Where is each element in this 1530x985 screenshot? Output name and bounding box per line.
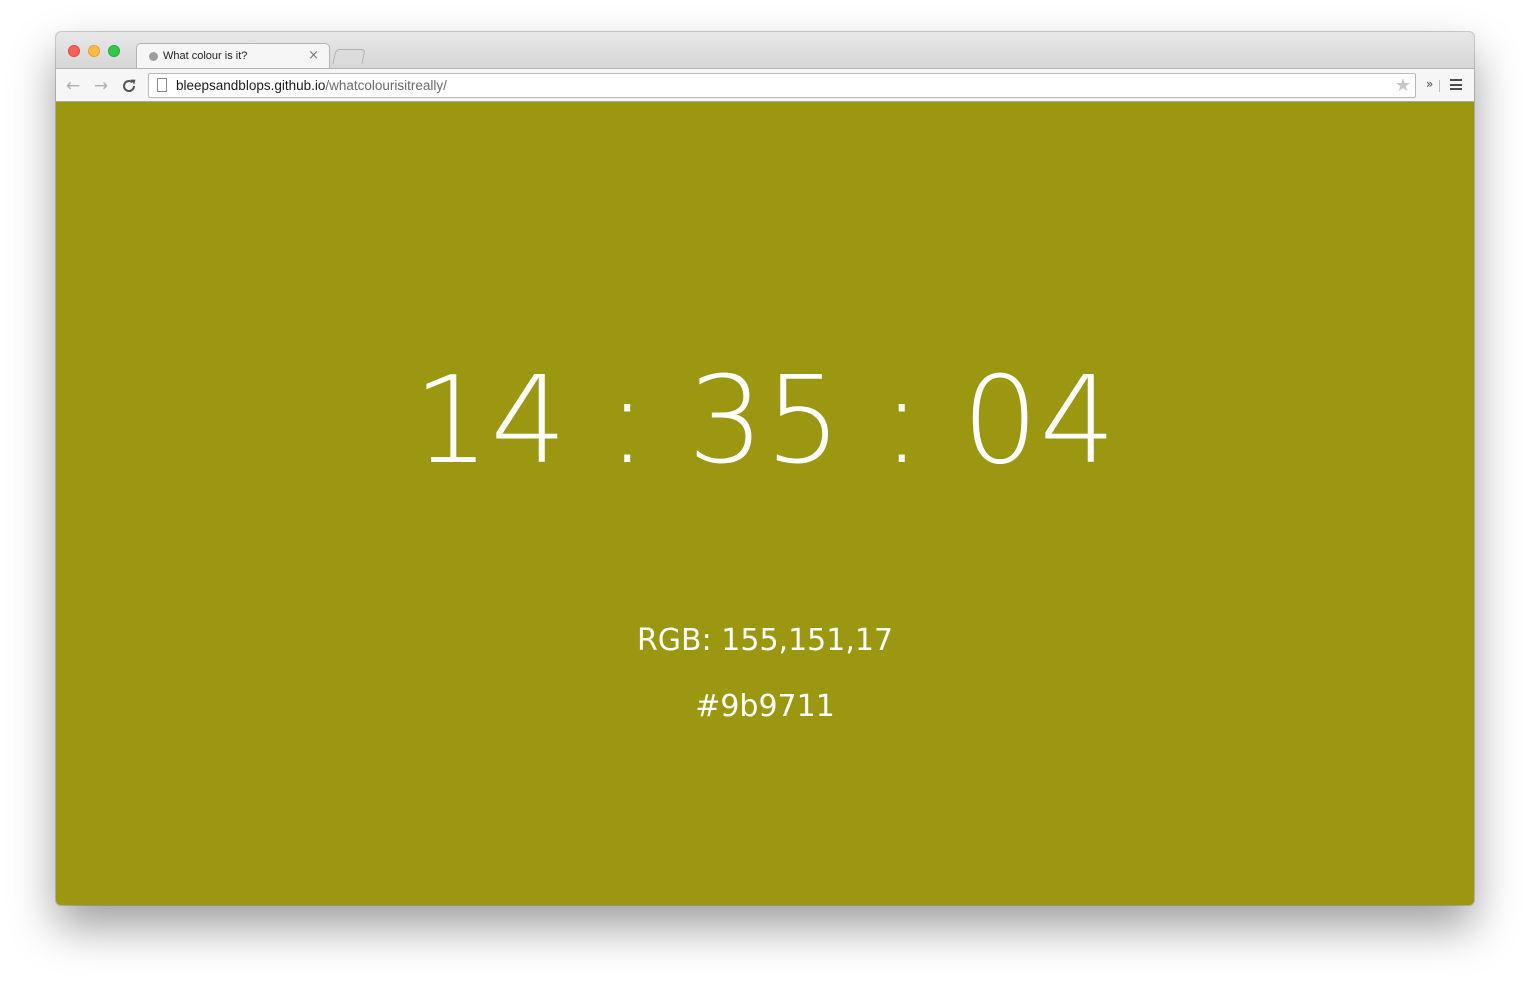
back-arrow-icon[interactable]: ← <box>62 75 84 97</box>
browser-window: What colour is it? × ← → bleepsandblops.… <box>56 32 1474 905</box>
reload-icon[interactable] <box>118 75 140 97</box>
clock-seconds: 04 <box>962 352 1117 491</box>
page-content: 14 : 35 : 04 RGB: 155,151,17 #9b9711 <box>56 102 1474 905</box>
extensions-chevron-icon[interactable]: » <box>1426 77 1433 91</box>
address-bar[interactable]: bleepsandblops.github.io/whatcolourisitr… <box>148 73 1416 98</box>
page-icon <box>157 78 167 92</box>
bookmark-star-icon[interactable]: ★ <box>1395 74 1411 97</box>
reload-icon-svg <box>123 79 136 92</box>
clock-hours: 14 <box>413 352 568 491</box>
new-tab-button[interactable] <box>332 49 366 64</box>
tab-close-icon[interactable]: × <box>308 48 319 64</box>
clock-separator: : <box>607 352 649 491</box>
tab-what-colour[interactable]: What colour is it? × <box>136 43 330 70</box>
forward-arrow-icon[interactable]: → <box>90 75 112 97</box>
url-text[interactable]: bleepsandblops.github.io/whatcolourisitr… <box>176 78 447 93</box>
clock-minutes: 35 <box>687 352 843 491</box>
toolbar-divider <box>1439 80 1440 92</box>
close-window-icon[interactable] <box>68 45 80 57</box>
tab-strip: What colour is it? × <box>56 32 1474 70</box>
url-host: bleepsandblops.github.io <box>176 78 326 93</box>
hex-value: #9b9711 <box>695 689 835 724</box>
menu-icon[interactable] <box>1450 79 1462 91</box>
tab-title: What colour is it? <box>163 50 248 62</box>
tab-favicon-icon <box>149 52 158 61</box>
url-path: /whatcolourisitreally/ <box>325 78 447 93</box>
maximize-window-icon[interactable] <box>108 45 120 57</box>
minimize-window-icon[interactable] <box>88 45 100 57</box>
browser-toolbar: ← → bleepsandblops.github.io/whatcolouri… <box>56 68 1474 102</box>
rgb-value: RGB: 155,151,17 <box>636 623 894 658</box>
clock-separator: : <box>881 352 923 491</box>
clock-display: 14 : 35 : 04 <box>56 357 1474 487</box>
